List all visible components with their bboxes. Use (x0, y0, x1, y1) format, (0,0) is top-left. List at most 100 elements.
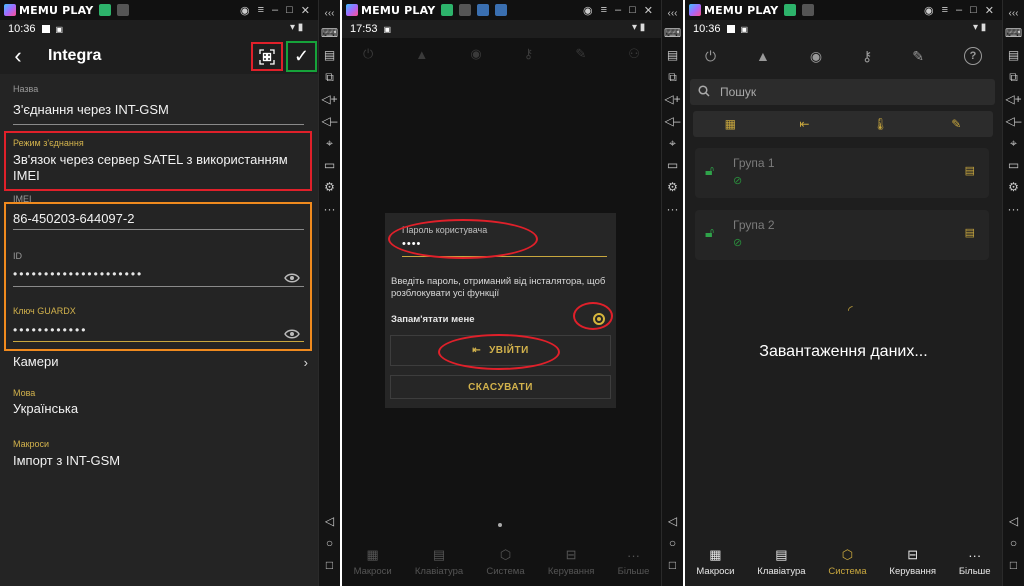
settings-gear-icon[interactable]: ⚙ (1003, 176, 1024, 198)
nav-macros[interactable]: ▦ Макроси (354, 547, 392, 577)
nav-more[interactable]: ··· Більше (618, 548, 650, 577)
apk-icon[interactable]: ▤ (662, 44, 684, 66)
apk-icon[interactable]: ▤ (1003, 44, 1024, 66)
screenshot-icon[interactable]: ⧉ (662, 66, 684, 88)
android-home-icon[interactable]: ○ (319, 532, 341, 554)
volume-down-icon[interactable]: ◁– (662, 110, 684, 132)
close-icon[interactable]: ✕ (644, 4, 653, 17)
nav-keyboard[interactable]: ▤ Клавіатура (415, 547, 463, 577)
volume-up-icon[interactable]: ◁+ (662, 88, 684, 110)
cameras-item[interactable]: Камери (13, 354, 58, 369)
settings-gear-icon[interactable]: ⚙ (319, 176, 341, 198)
tab-icon[interactable] (802, 4, 815, 16)
location-icon[interactable]: ⌖ (319, 132, 341, 154)
tab-icon-3[interactable] (495, 4, 508, 16)
nav-more[interactable]: ··· Більше (959, 548, 991, 577)
broom-icon[interactable]: ✎ (912, 48, 924, 65)
menu-icon[interactable]: ≡ (942, 4, 948, 17)
entry-icon[interactable]: ⇤ (799, 117, 809, 131)
key-field[interactable]: •••••••••••• (13, 323, 87, 337)
android-recents-icon[interactable]: □ (319, 554, 341, 576)
apk-icon[interactable]: ▤ (319, 44, 341, 66)
alert-icon[interactable]: ▲ (756, 48, 770, 64)
group-card[interactable]: 🔓︎ Група 1 ⊘ ▤ (695, 148, 989, 198)
android-home-icon[interactable]: ○ (662, 532, 684, 554)
volume-down-icon[interactable]: ◁– (319, 110, 341, 132)
mode-value-line1[interactable]: Зв'язок через сервер SATEL з використанн… (13, 152, 288, 167)
location-icon[interactable]: ⌖ (662, 132, 684, 154)
android-recents-icon[interactable]: □ (1003, 554, 1024, 576)
more-icon[interactable]: ··· (319, 198, 341, 220)
menu-icon[interactable]: ≡ (258, 4, 264, 17)
tab-icon[interactable] (117, 4, 130, 16)
folder-icon[interactable]: ▭ (319, 154, 341, 176)
eye-icon[interactable]: ◉ (810, 48, 822, 65)
tab-icon-2[interactable] (477, 4, 490, 16)
location-icon[interactable]: ⌖ (1003, 132, 1024, 154)
minimize-icon[interactable]: – (615, 4, 621, 17)
close-icon[interactable]: ✕ (301, 4, 310, 17)
document-icon[interactable]: ▤ (965, 226, 975, 239)
maximize-icon[interactable]: □ (286, 4, 293, 17)
group-card[interactable]: 🔓︎ Група 2 ⊘ ▤ (695, 210, 989, 260)
android-back-icon[interactable]: ◁ (662, 510, 684, 532)
tab-icon[interactable] (459, 4, 472, 16)
account-icon[interactable]: ◉ (583, 4, 593, 17)
nav-control[interactable]: ⊟ Керування (548, 547, 595, 577)
maximize-icon[interactable]: □ (970, 4, 977, 17)
folder-icon[interactable]: ▭ (662, 154, 684, 176)
keyboard-icon[interactable]: ⌨ (319, 22, 341, 44)
help-icon[interactable]: ? (963, 47, 982, 65)
collapse-icon[interactable]: ‹‹‹ (1003, 4, 1024, 22)
keyboard-icon[interactable]: ⌨ (662, 22, 684, 44)
chevron-right-icon[interactable]: › (304, 355, 308, 370)
thermometer-icon[interactable]: 🌡︎ (873, 117, 888, 131)
volume-up-icon[interactable]: ◁+ (319, 88, 341, 110)
name-field[interactable]: З'єднання через INT-GSM (13, 102, 169, 117)
account-icon[interactable]: ◉ (240, 4, 250, 17)
collapse-icon[interactable]: ‹‹‹ (319, 4, 341, 22)
app-icon[interactable] (784, 4, 797, 16)
volume-up-icon[interactable]: ◁+ (1003, 88, 1024, 110)
mode-value-line2[interactable]: IMEI (13, 168, 40, 183)
minimize-icon[interactable]: – (272, 4, 278, 17)
more-icon[interactable]: ··· (662, 198, 684, 220)
maximize-icon[interactable]: □ (629, 4, 636, 17)
search-input[interactable]: Пошук (690, 79, 995, 105)
qr-scan-button[interactable] (251, 42, 283, 71)
id-field[interactable]: ••••••••••••••••••••• (13, 267, 143, 281)
collapse-icon[interactable]: ‹‹‹ (662, 4, 684, 22)
volume-down-icon[interactable]: ◁– (1003, 110, 1024, 132)
close-icon[interactable]: ✕ (985, 4, 994, 17)
nav-system[interactable]: ⬡ Система (828, 547, 866, 577)
power-icon[interactable]: ⏻ (705, 48, 716, 65)
app-icon[interactable] (99, 4, 112, 16)
grid-icon[interactable]: ▦ (725, 117, 736, 131)
cancel-button[interactable]: СКАСУВАТИ (390, 375, 611, 399)
macros-value[interactable]: Імпорт з INT-GSM (13, 453, 120, 468)
key-icon[interactable]: ⚷ (862, 48, 872, 65)
save-check-button[interactable]: ✓ (286, 41, 317, 72)
nav-keyboard[interactable]: ▤ Клавіатура (757, 547, 805, 577)
show-id-eye-icon[interactable] (284, 270, 300, 283)
settings-gear-icon[interactable]: ⚙ (662, 176, 684, 198)
nav-control[interactable]: ⊟ Керування (889, 547, 936, 577)
folder-icon[interactable]: ▭ (1003, 154, 1024, 176)
app-icon[interactable] (441, 4, 454, 16)
android-home-icon[interactable]: ○ (1003, 532, 1024, 554)
nav-macros[interactable]: ▦ Макроси (696, 547, 734, 577)
menu-icon[interactable]: ≡ (601, 4, 607, 17)
android-back-icon[interactable]: ◁ (319, 510, 341, 532)
siren-icon[interactable]: ✎ (951, 117, 961, 131)
screenshot-icon[interactable]: ⧉ (1003, 66, 1024, 88)
show-key-eye-icon[interactable] (284, 326, 300, 339)
android-back-icon[interactable]: ◁ (1003, 510, 1024, 532)
keyboard-icon[interactable]: ⌨ (1003, 22, 1024, 44)
language-value[interactable]: Українська (13, 401, 78, 416)
more-icon[interactable]: ··· (1003, 198, 1024, 220)
minimize-icon[interactable]: – (956, 4, 962, 17)
screenshot-icon[interactable]: ⧉ (319, 66, 341, 88)
account-icon[interactable]: ◉ (924, 4, 934, 17)
nav-system[interactable]: ⬡ Система (486, 547, 524, 577)
imei-field[interactable]: 86-450203-644097-2 (13, 211, 134, 226)
